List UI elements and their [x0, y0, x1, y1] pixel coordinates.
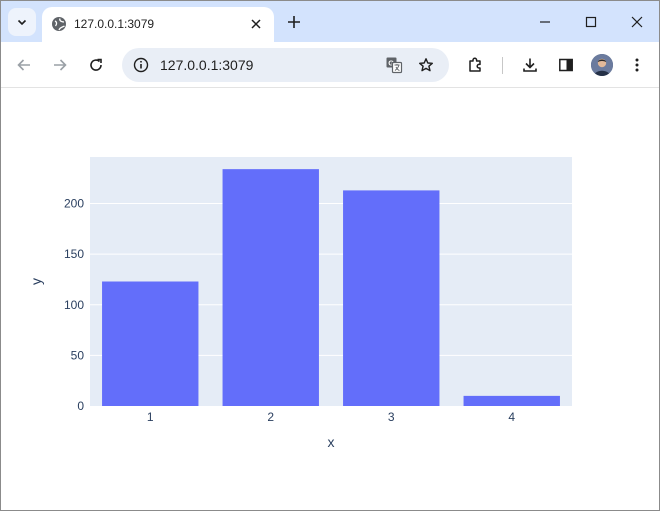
info-icon: [133, 57, 149, 73]
browser-window: 127.0.0.1:3079 127.0.0.1:3079 G 0 50 100…: [0, 0, 660, 511]
tab-search-button[interactable]: [8, 8, 36, 36]
arrow-left-icon: [17, 59, 30, 71]
toolbar-separator: [502, 57, 503, 74]
new-tab-button[interactable]: [281, 9, 307, 35]
site-info-button[interactable]: [128, 52, 154, 78]
minimize-icon: [540, 20, 550, 23]
bookmark-star-button[interactable]: [413, 52, 439, 78]
tab-close-button[interactable]: [248, 16, 264, 32]
browser-menu-button[interactable]: [623, 51, 651, 79]
close-window-button[interactable]: [614, 1, 659, 42]
y-tick-labels: 0 50 100 150 200: [64, 197, 84, 413]
translate-icon: G: [386, 57, 403, 74]
close-icon: [251, 19, 261, 29]
page-content: 0 50 100 150 200 1 2 3 4 x y: [1, 88, 659, 510]
puzzle-icon: [469, 57, 481, 72]
y-tick-label: 100: [64, 298, 84, 312]
bar-1[interactable]: [102, 281, 199, 407]
y-tick-label: 50: [71, 348, 85, 362]
chevron-down-icon: [17, 19, 27, 26]
side-panel-icon: [559, 58, 573, 72]
browser-toolbar: 127.0.0.1:3079 G: [1, 42, 659, 88]
reload-button[interactable]: [82, 51, 110, 79]
download-icon: [523, 58, 537, 72]
extensions-button[interactable]: [462, 51, 490, 79]
close-icon: [631, 16, 643, 27]
downloads-button[interactable]: [516, 51, 544, 79]
minimize-button[interactable]: [522, 1, 568, 42]
x-axis-label: x: [328, 434, 335, 450]
plus-icon: [288, 16, 300, 28]
arrow-right-icon: [54, 59, 67, 71]
tab-title: 127.0.0.1:3079: [74, 17, 155, 31]
bar-chart: 0 50 100 150 200 1 2 3 4 x y: [28, 157, 572, 450]
side-panel-button[interactable]: [552, 51, 580, 79]
translate-button[interactable]: G: [381, 52, 407, 78]
bar-3[interactable]: [343, 190, 440, 406]
star-icon: [419, 58, 433, 72]
url-text[interactable]: 127.0.0.1:3079: [160, 48, 253, 82]
address-bar[interactable]: 127.0.0.1:3079 G: [122, 48, 449, 82]
maximize-icon: [585, 16, 597, 27]
bar-4[interactable]: [463, 395, 560, 406]
x-tick-labels: 1 2 3 4: [147, 410, 516, 424]
x-tick-label: 4: [508, 410, 515, 424]
y-tick-label: 0: [77, 399, 84, 413]
globe-icon: [52, 17, 66, 31]
tab-strip: 127.0.0.1:3079: [1, 1, 659, 42]
profile-avatar[interactable]: [591, 54, 613, 76]
bar-2[interactable]: [222, 169, 319, 406]
more-vert-icon: [635, 58, 639, 72]
x-tick-label: 3: [388, 410, 395, 424]
back-button[interactable]: [10, 51, 38, 79]
x-tick-label: 1: [147, 410, 154, 424]
forward-button[interactable]: [46, 51, 74, 79]
reload-icon: [90, 58, 102, 71]
x-tick-label: 2: [267, 410, 274, 424]
y-axis-label: y: [28, 278, 44, 285]
active-tab[interactable]: 127.0.0.1:3079: [42, 7, 274, 42]
avatar-icon: [591, 54, 613, 76]
y-tick-label: 150: [64, 247, 84, 261]
y-tick-label: 200: [64, 197, 84, 211]
maximize-button[interactable]: [568, 1, 614, 42]
